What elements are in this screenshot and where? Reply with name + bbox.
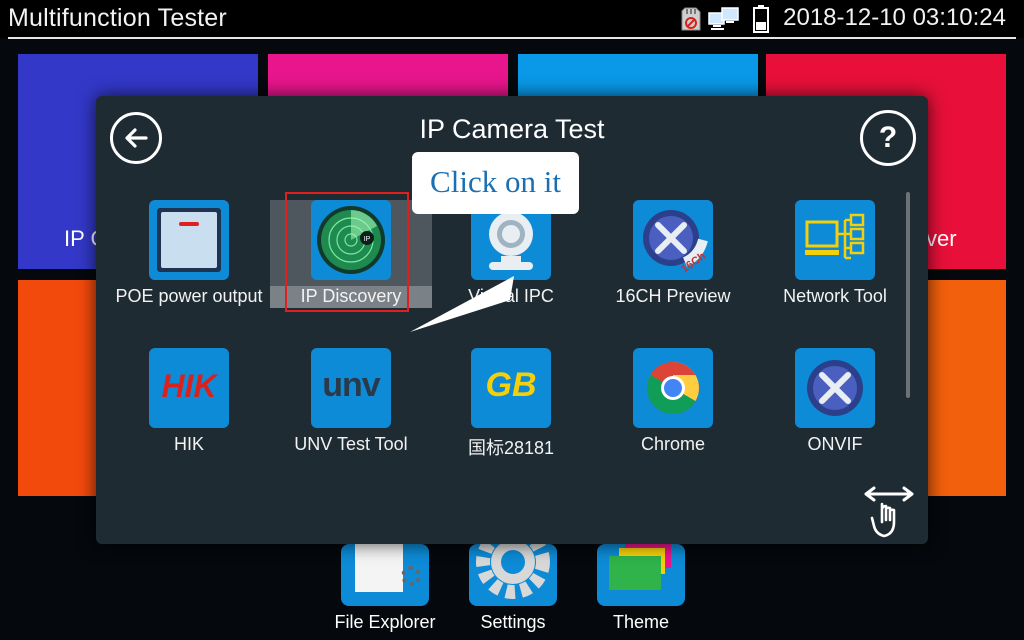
app-label: 16CH Preview [615,286,731,306]
dock-label: Theme [612,612,670,632]
file-explorer-icon [341,544,429,606]
bg-tile-3[interactable] [518,54,758,96]
dock-theme[interactable]: Theme [576,544,706,633]
dock-label: File Explorer [334,612,436,632]
selection-highlight-box [285,192,409,312]
onvif-tools-icon [795,348,875,428]
app-label: 国标28181 [467,438,555,458]
callout-text: Click on it [430,164,561,199]
callout-pointer [410,276,514,332]
app-label: ONVIF [807,434,863,454]
dock-label: Settings [480,612,546,632]
bg-tile-2[interactable] [268,54,508,96]
app-chrome[interactable]: Chrome [592,348,754,455]
app-label: Chrome [640,434,706,454]
dialog-title: IP Camera Test [419,114,605,144]
sd-card-icon [681,7,701,31]
help-icon: ? [878,121,898,154]
hik-logo-icon: HIK [149,348,229,428]
app-title: Multifunction Tester [8,4,227,32]
bg-tile-label: ver [926,226,957,251]
gb-logo-icon: GB [471,348,551,428]
help-button[interactable]: ? [860,110,916,166]
app-gb28181[interactable]: GB 国标28181 [430,348,592,460]
tools-16ch-icon: 16Ch [633,200,713,280]
ip-camera-test-dialog: IP Camera Test ? POE power output IP IP … [96,96,928,544]
chrome-icon [633,348,713,428]
app-network-tool[interactable]: Network Tool [754,200,916,307]
app-label: Network Tool [783,286,887,306]
app-16ch-preview[interactable]: 16Ch 16CH Preview [592,200,754,307]
back-arrow-icon [125,128,148,148]
theme-icon [597,544,685,606]
app-unv-test-tool[interactable]: unv UNV Test Tool [270,348,432,455]
unv-logo-icon: unv [311,348,391,428]
poe-power-icon [149,200,229,280]
app-label: UNV Test Tool [294,434,408,454]
network-tool-icon [795,200,875,280]
swipe-hand-icon [864,486,914,538]
unv-logo-text: unv [322,366,380,404]
gb-logo-text: GB [485,366,537,404]
status-divider [8,37,1016,39]
battery-icon [753,5,769,33]
status-bar: Multifunction Tester 2018-12-10 03:10:24 [0,0,1024,38]
datetime: 2018-12-10 03:10:24 [783,4,1006,31]
back-button[interactable] [110,112,162,164]
hik-logo-text: HIK [161,368,217,404]
click-hint-callout: Click on it [412,152,579,214]
app-label: POE power output [115,286,263,306]
app-hik[interactable]: HIK HIK [108,348,270,455]
dock-file-explorer[interactable]: File Explorer [320,544,450,633]
app-poe-power-output[interactable]: POE power output [108,200,270,307]
app-label: HIK [173,434,204,454]
app-onvif[interactable]: ONVIF [754,348,916,455]
settings-gear-icon [469,544,557,606]
network-computers-icon [708,7,739,30]
dock-settings[interactable]: Settings [448,544,578,633]
